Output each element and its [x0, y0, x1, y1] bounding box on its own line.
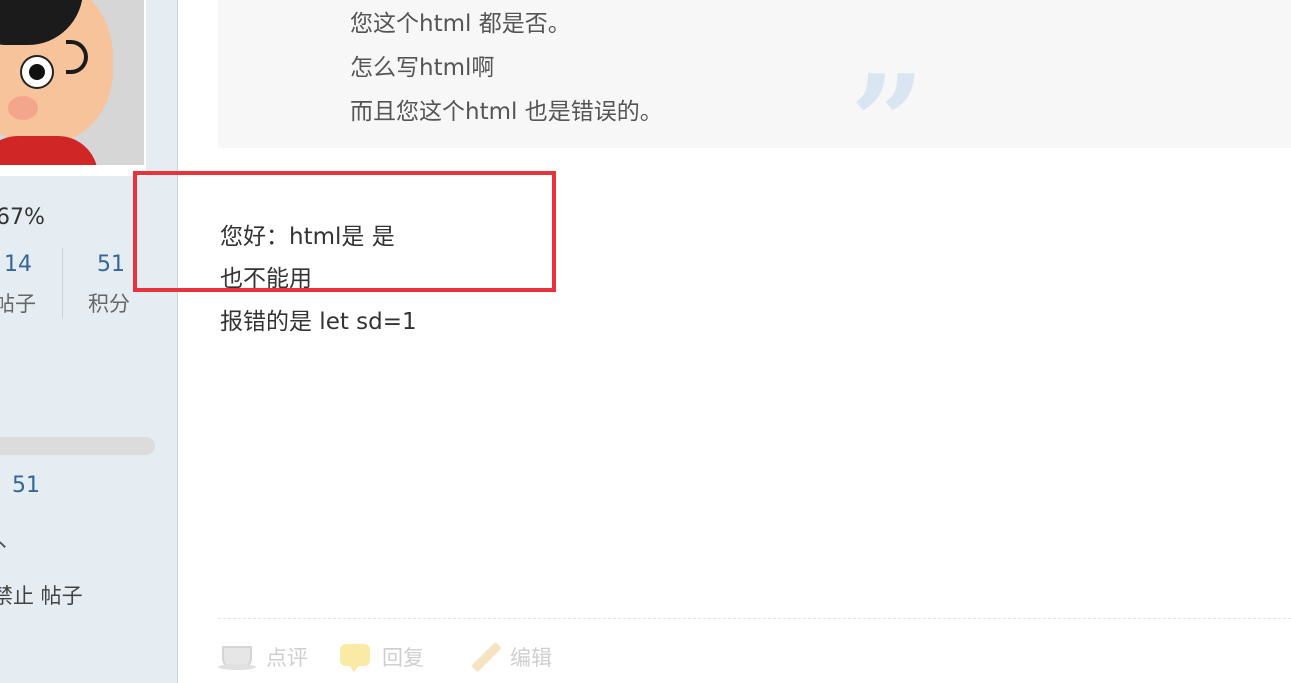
sidebar-mark: 丶 [0, 534, 13, 559]
edit-label: 编辑 [510, 646, 552, 670]
close-quote-icon: ” [850, 46, 925, 199]
points-count[interactable]: 51 [97, 252, 125, 277]
stats-divider [62, 248, 63, 318]
reply-button[interactable]: 回复 [338, 640, 424, 674]
quote-line: 而且您这个html 也是错误的。 [350, 99, 663, 125]
reply-label: 回复 [382, 646, 424, 670]
highlight-annotation [133, 171, 556, 292]
points-label: 积分 [88, 292, 130, 316]
speech-bubble-icon [338, 642, 374, 672]
level-progress-bar [0, 437, 155, 455]
edit-button[interactable]: 编辑 [468, 640, 552, 674]
forum-post-view: 67% 14 帖子 51 积分 51 丶 禁止 帖子 您这个html 都是否。 … [0, 0, 1291, 683]
footer-divider [218, 618, 1291, 619]
user-percent: 67% [0, 205, 45, 230]
coffee-cup-icon [218, 642, 258, 672]
quote-line: 您这个html 都是否。 [350, 11, 571, 37]
pencil-icon [468, 640, 502, 674]
post-line: 报错的是 let sd=1 [220, 309, 417, 335]
avatar-frame [0, 0, 146, 176]
quote-block: 您这个html 都是否。 怎么写html啊 而且您这个html 也是错误的。 ” [218, 0, 1291, 188]
posts-label: 帖子 [0, 292, 36, 316]
avatar-eye-icon [20, 55, 54, 89]
posts-count[interactable]: 14 [4, 252, 32, 277]
quote-line: 怎么写html啊 [350, 55, 495, 81]
comment-button[interactable]: 点评 [218, 640, 308, 674]
user-status: 禁止 帖子 [0, 584, 83, 608]
user-sidebar: 67% 14 帖子 51 积分 51 丶 禁止 帖子 [0, 0, 178, 683]
score-value[interactable]: 51 [12, 473, 40, 498]
avatar[interactable] [0, 0, 144, 165]
comment-label: 点评 [266, 646, 308, 670]
